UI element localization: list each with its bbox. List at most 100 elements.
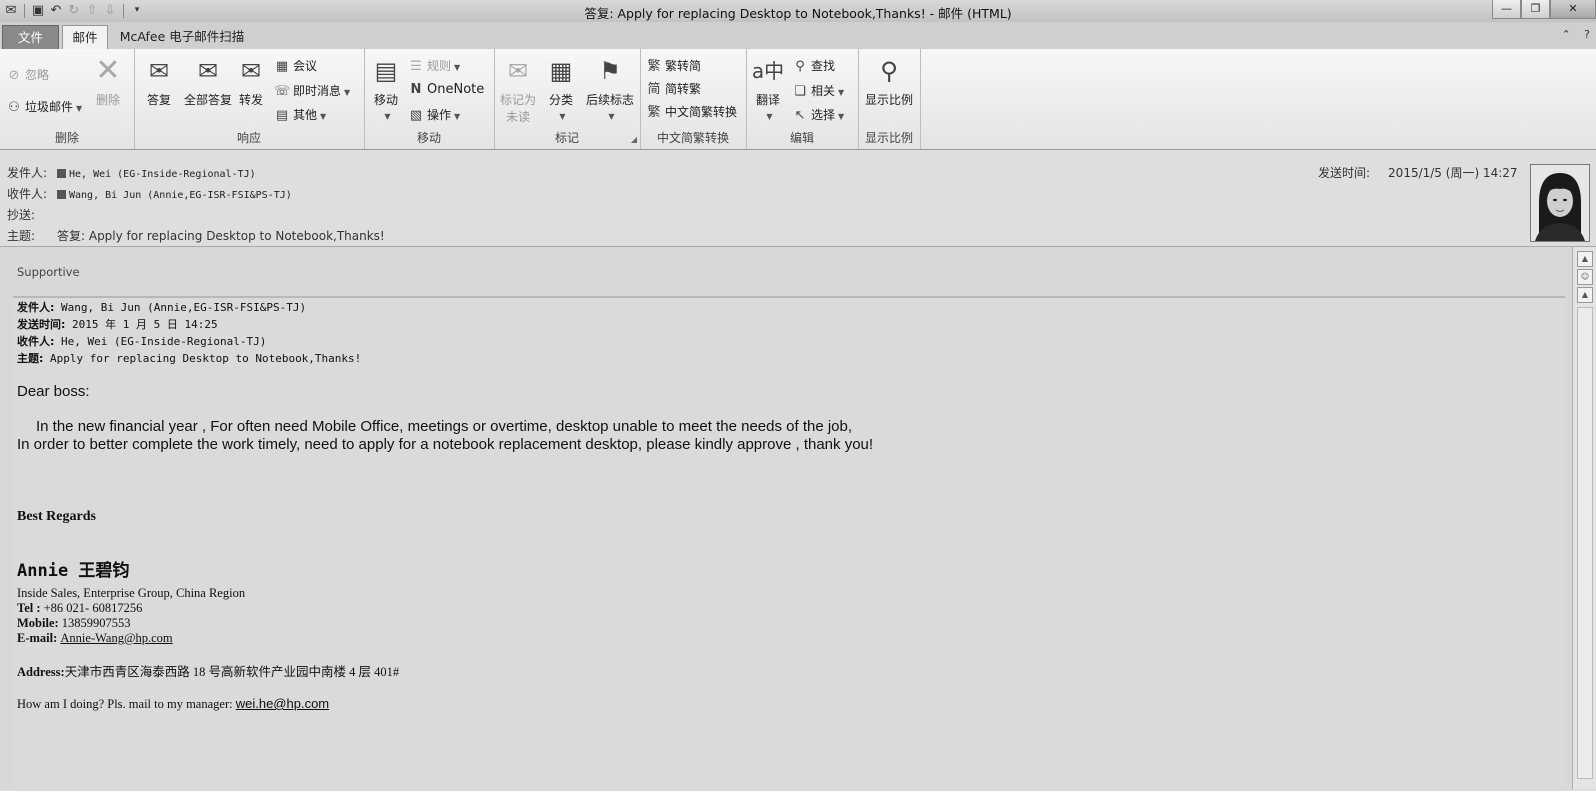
- title-bar: ✉ ▣ ↶ ↻ ⇧ ⇩ ▾ 答复: Apply for replacing De…: [0, 0, 1596, 23]
- tab-mcafee[interactable]: McAfee 电子邮件扫描: [118, 25, 246, 49]
- delete-button[interactable]: ✕ 删除: [88, 55, 128, 108]
- meeting-button[interactable]: ▦ 会议: [274, 57, 317, 74]
- convert-icon: 繁: [647, 59, 661, 74]
- quoted-message: [13, 296, 1565, 791]
- ignore-button[interactable]: ⊘ 忽略: [6, 66, 49, 83]
- followup-button[interactable]: ⚑ 后续标志 ▼: [584, 55, 636, 122]
- find-button[interactable]: ⚲ 查找: [792, 57, 835, 74]
- dropdown-arrow-icon: ▼: [344, 88, 351, 97]
- reply-button[interactable]: ✉ 答复: [142, 55, 176, 108]
- reply-text: Supportive: [17, 265, 80, 279]
- delete-group: ⊘ 忽略 ⚇ 垃圾邮件 ▼ ✕ 删除 删除: [0, 49, 135, 149]
- feedback-line: How am I doing? Pls. mail to my manager:…: [17, 696, 330, 711]
- convert-icon: 繁: [647, 105, 661, 120]
- sent-time: 发送时间: 2015/1/5 (周一) 14:27: [1318, 164, 1518, 181]
- tab-mail[interactable]: 邮件: [62, 25, 108, 51]
- minimize-button[interactable]: —: [1492, 0, 1521, 19]
- im-icon: ☏: [274, 84, 291, 99]
- group-label: 删除: [54, 131, 79, 145]
- to-row: 收件人: Wang, Bi Jun (Annie,EG-ISR-FSI&PS-TJ…: [7, 185, 292, 202]
- presence-icon: [57, 190, 66, 199]
- minimize-ribbon-icon[interactable]: ⌃: [1561, 28, 1570, 41]
- onenote-icon: N: [410, 82, 422, 97]
- quoted-from: 发件人: Wang, Bi Jun (Annie,EG-ISR-FSI&PS-T…: [17, 301, 307, 314]
- group-label: 移动: [416, 131, 441, 145]
- scroll-option-icon[interactable]: ☺: [1577, 269, 1593, 285]
- window-controls: — ❐ ✕: [1492, 0, 1596, 19]
- scroll-arrow-icon[interactable]: ▲: [1577, 287, 1593, 303]
- traditional-to-simplified-button[interactable]: 繁繁转简: [646, 55, 701, 74]
- signature-name: Annie 王碧钧: [17, 561, 130, 581]
- calendar-icon: ▦: [275, 59, 289, 74]
- dropdown-arrow-icon: ▼: [76, 104, 83, 113]
- to-value[interactable]: Wang, Bi Jun (Annie,EG-ISR-FSI&PS-TJ): [57, 190, 292, 201]
- junk-button[interactable]: ⚇ 垃圾邮件 ▼: [6, 98, 82, 115]
- rules-button[interactable]: ☰ 规则 ▼: [408, 57, 460, 74]
- mark-unread-button[interactable]: ✉ 标记为 未读: [498, 55, 538, 125]
- dropdown-arrow-icon: ▼: [559, 112, 566, 121]
- from-row: 发件人: He, Wei (EG-Inside-Regional-TJ): [7, 164, 256, 181]
- ribbon-controls: ⌃ ?: [1551, 28, 1590, 41]
- contact-photo[interactable]: [1530, 164, 1590, 242]
- forward-icon: ✉: [240, 57, 262, 85]
- reply-all-icon: ✉: [197, 57, 219, 85]
- email-link[interactable]: Annie-Wang@hp.com: [60, 631, 172, 645]
- manager-email-link[interactable]: wei.he@hp.com: [236, 696, 329, 711]
- magnifier-icon: ⚲: [880, 57, 898, 85]
- mark-unread-icon: ✉: [507, 57, 529, 85]
- chinese-conversion-group: 繁繁转简 简简转繁 繁中文简繁转换 中文简繁转换: [640, 49, 747, 149]
- dropdown-arrow-icon: ▼: [608, 112, 615, 121]
- more-respond-button[interactable]: ▤ 其他 ▼: [274, 106, 326, 123]
- forward-button[interactable]: ✉ 转发: [234, 55, 268, 108]
- help-icon[interactable]: ?: [1584, 28, 1590, 41]
- scroll-up-button[interactable]: ▲: [1577, 251, 1593, 267]
- zoom-group: ⚲ 显示比例 显示比例: [858, 49, 921, 149]
- flag-icon: ⚑: [599, 57, 621, 85]
- dialog-launcher-icon[interactable]: ◢: [631, 135, 637, 144]
- subject-label: 主题:: [7, 229, 36, 243]
- dropdown-arrow-icon: ▼: [320, 112, 327, 121]
- delete-x-icon: ✕: [95, 53, 121, 88]
- signature-address: Address:天津市西青区海泰西路 18 号高新软件产业园中南楼 4 层 40…: [17, 665, 400, 679]
- body-paragraph-2: In order to better complete the work tim…: [17, 436, 874, 453]
- more-icon: ▤: [275, 108, 289, 123]
- binoculars-icon: ⚲: [795, 59, 805, 74]
- dropdown-arrow-icon: ▼: [838, 112, 845, 121]
- group-label: 中文简繁转换: [656, 131, 729, 145]
- subject-value: 答复: Apply for replacing Desktop to Noteb…: [57, 229, 385, 243]
- scrollbar-track[interactable]: [1577, 307, 1593, 779]
- greeting: Dear boss:: [17, 383, 90, 400]
- select-button[interactable]: ↖ 选择 ▼: [792, 106, 845, 123]
- instant-message-button[interactable]: ☏ 即时消息 ▼: [274, 82, 350, 99]
- reply-all-button[interactable]: ✉ 全部答复: [180, 55, 236, 108]
- vertical-scrollbar[interactable]: ▲ ☺ ▲: [1572, 247, 1596, 789]
- close-button[interactable]: ✕: [1550, 0, 1596, 19]
- group-label: 响应: [236, 131, 261, 145]
- move-folder-icon: ▤: [374, 57, 398, 85]
- tab-file[interactable]: 文件: [2, 25, 59, 50]
- zoom-button[interactable]: ⚲ 显示比例: [862, 55, 916, 108]
- from-value[interactable]: He, Wei (EG-Inside-Regional-TJ): [57, 169, 256, 180]
- reply-icon: ✉: [148, 57, 170, 85]
- translate-button[interactable]: a中 翻译 ▼: [750, 55, 786, 122]
- categorize-button[interactable]: ▦ 分类 ▼: [544, 55, 578, 122]
- message-header: 发件人: He, Wei (EG-Inside-Regional-TJ) 收件人:…: [0, 150, 1596, 247]
- onenote-button[interactable]: N OneNote: [408, 82, 485, 97]
- ribbon: ⊘ 忽略 ⚇ 垃圾邮件 ▼ ✕ 删除 删除 ✉ 答复 ✉ 全部答复 ✉ 转发 ▦ 会议 …: [0, 49, 1596, 150]
- tags-group: ✉ 标记为 未读 ▦ 分类 ▼ ⚑ 后续标志 ▼ 标记 ◢: [494, 49, 641, 149]
- related-button[interactable]: ❏ 相关 ▼: [792, 82, 844, 99]
- dropdown-arrow-icon: ▼: [454, 63, 461, 72]
- chinese-convert-button[interactable]: 繁中文简繁转换: [646, 101, 737, 120]
- move-button[interactable]: ▤ 移动 ▼: [368, 55, 404, 122]
- simplified-to-traditional-button[interactable]: 简简转繁: [646, 78, 701, 97]
- group-label: 显示比例: [864, 131, 913, 145]
- respond-group: ✉ 答复 ✉ 全部答复 ✉ 转发 ▦ 会议 ☏ 即时消息 ▼ ▤ 其他 ▼ 响应: [134, 49, 365, 149]
- signature-email: E-mail: Annie-Wang@hp.com: [17, 631, 173, 645]
- restore-button[interactable]: ❐: [1521, 0, 1550, 19]
- actions-button[interactable]: ▧ 操作 ▼: [408, 106, 460, 123]
- dropdown-arrow-icon: ▼: [838, 88, 845, 97]
- quoted-sent: 发送时间: 2015 年 1 月 5 日 14:25: [17, 318, 218, 331]
- to-label: 收件人:: [7, 187, 48, 201]
- related-icon: ❏: [794, 84, 806, 99]
- convert-icon: 简: [647, 82, 661, 97]
